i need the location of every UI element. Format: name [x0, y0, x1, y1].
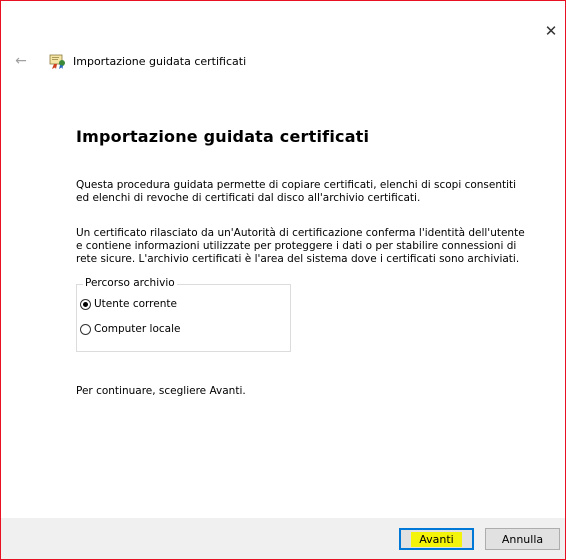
wizard-content: Importazione guidata certificati Questa … [76, 127, 526, 398]
certificate-icon [49, 54, 65, 69]
back-arrow-icon[interactable]: ← [13, 53, 29, 69]
close-icon: ✕ [544, 22, 558, 40]
page-title: Importazione guidata certificati [76, 127, 370, 146]
radio-local-machine[interactable]: Computer locale [80, 323, 180, 335]
next-button-label: Avanti [411, 531, 462, 547]
close-button[interactable]: ✕ [541, 21, 561, 41]
wizard-nav-bar: ← Importazione guidata certificati [13, 51, 246, 71]
certificate-description: Un certificato rilasciato da un'Autorità… [76, 227, 525, 265]
intro-paragraph: Questa procedura guidata permette di cop… [76, 179, 517, 204]
store-location-legend: Percorso archivio [83, 277, 177, 289]
continue-instruction: Per continuare, scegliere Avanti. [76, 385, 246, 397]
cancel-button[interactable]: Annulla [485, 528, 560, 550]
wizard-window: ✕ ← Importazione guidata certificati Imp… [0, 0, 566, 560]
radio-local-machine-label: Computer locale [94, 323, 181, 335]
radio-checked-indicator[interactable] [80, 298, 91, 310]
wizard-footer: Avanti Annulla [1, 518, 565, 559]
radio-unchecked-indicator[interactable] [80, 323, 91, 335]
window-title: Importazione guidata certificati [73, 54, 247, 68]
radio-current-user[interactable]: Utente corrente [80, 298, 177, 310]
radio-current-user-label: Utente corrente [94, 298, 177, 310]
next-button[interactable]: Avanti [399, 528, 474, 550]
store-location-group: Percorso archivio Utente corrente Comput… [76, 277, 291, 352]
